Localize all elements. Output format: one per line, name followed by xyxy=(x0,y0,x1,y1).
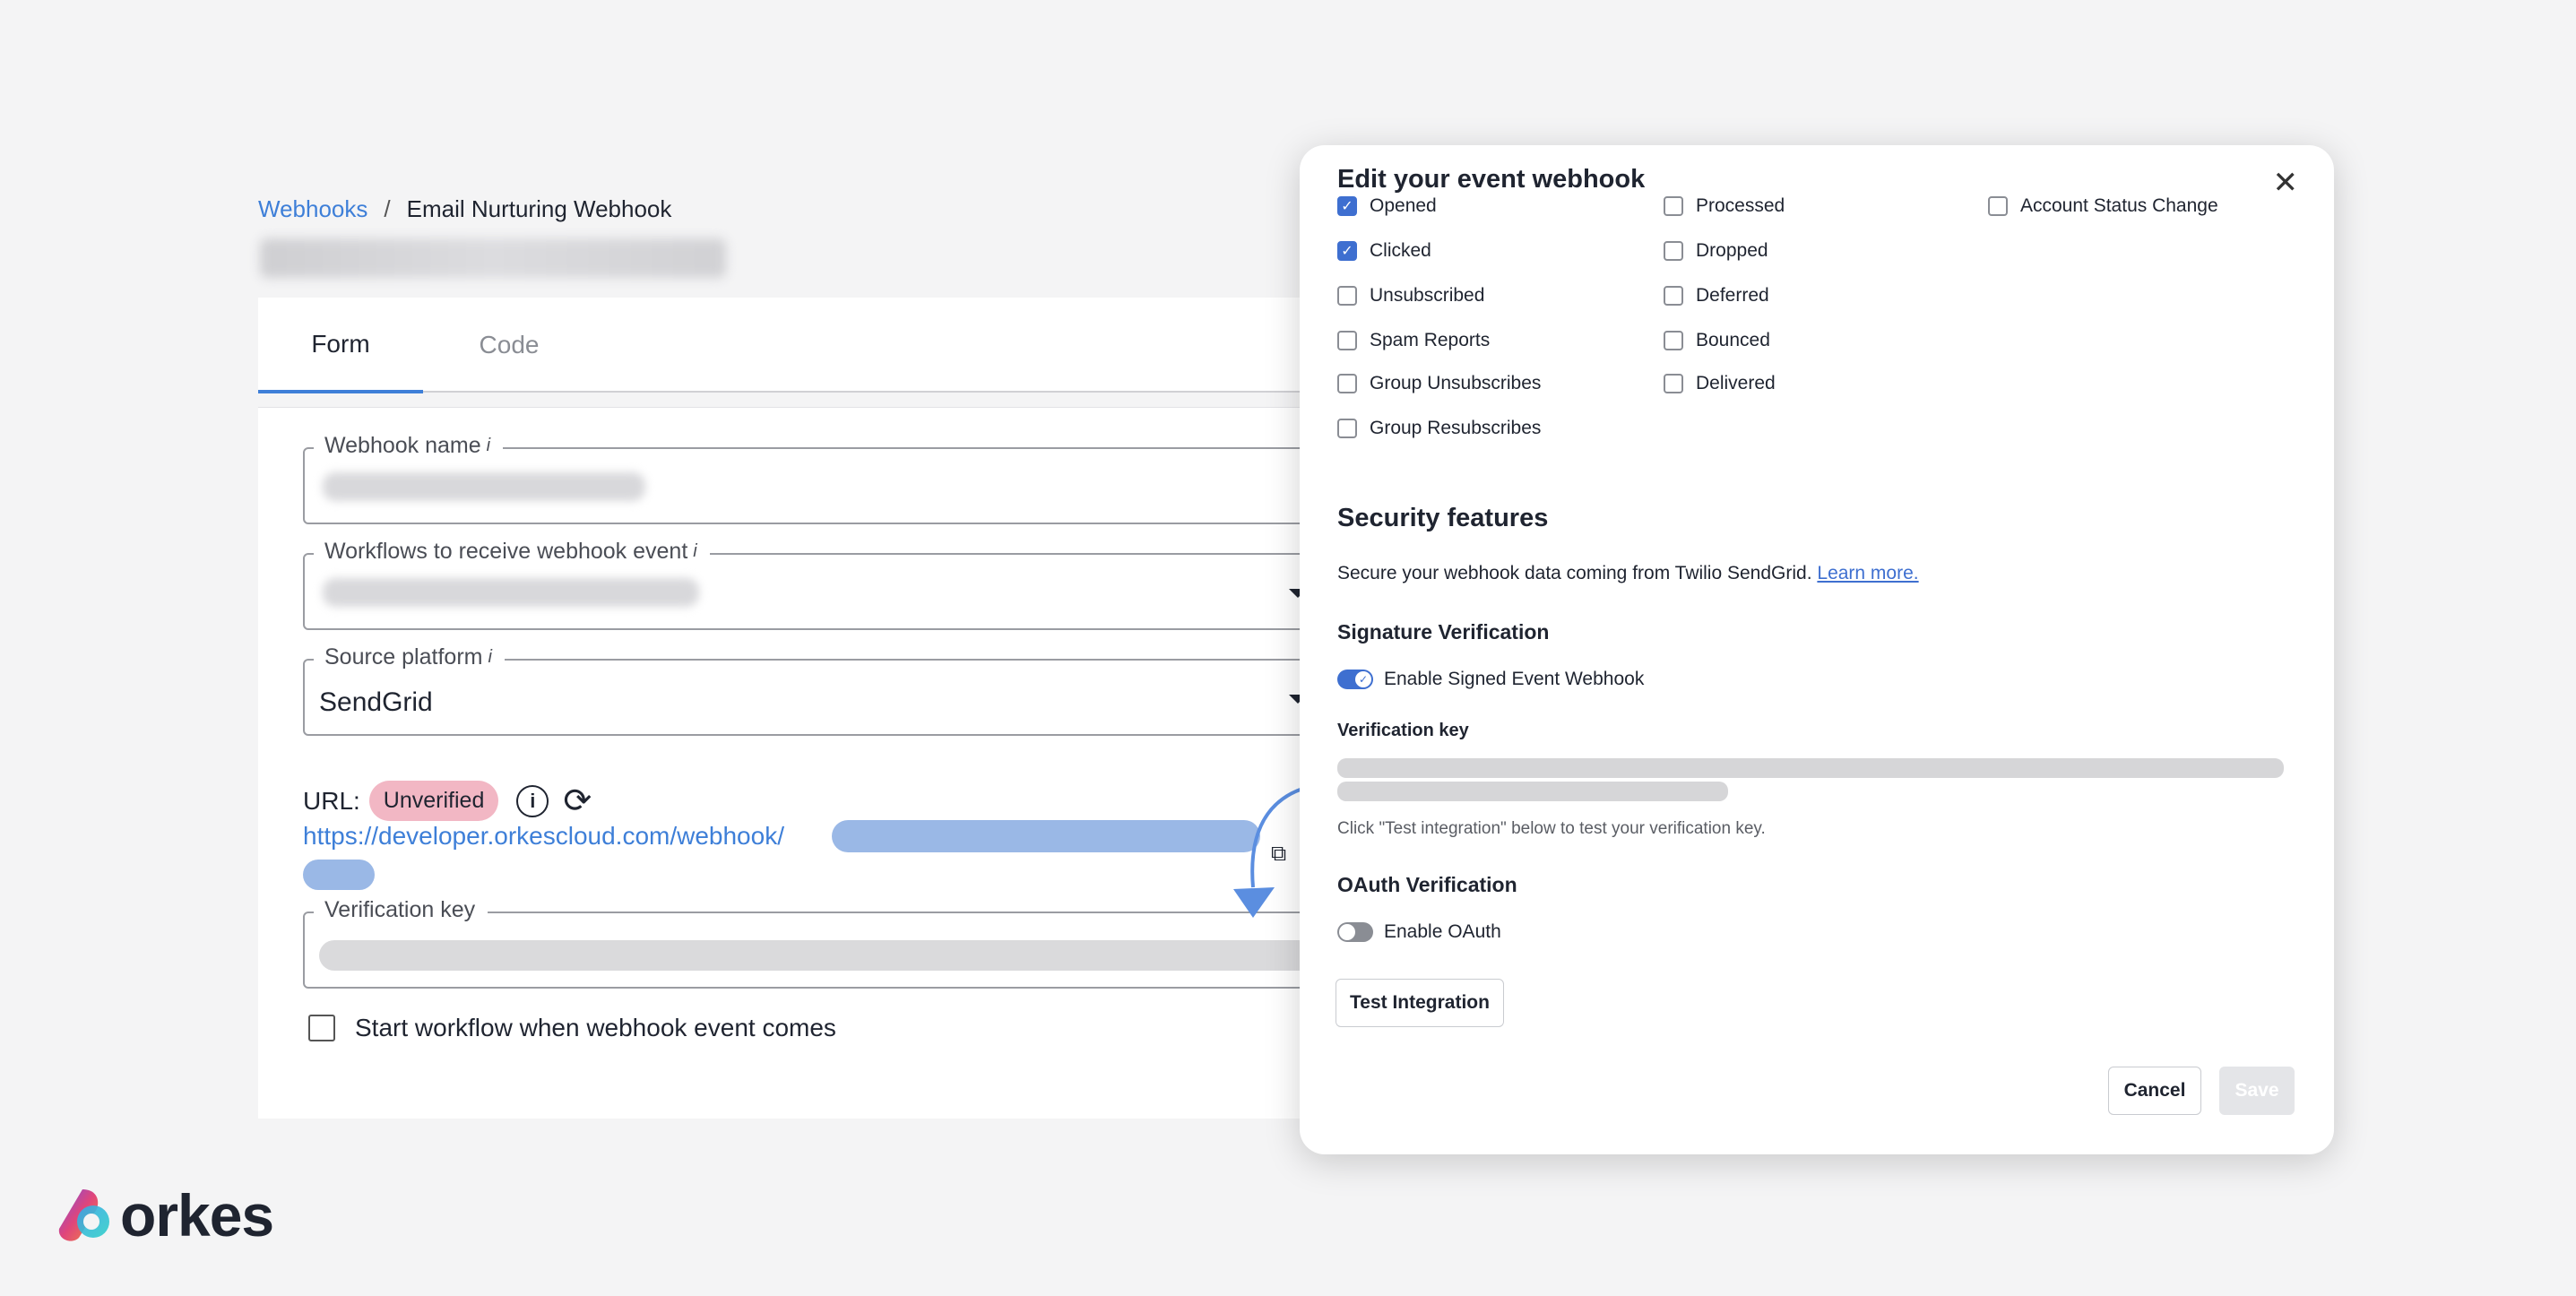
oauth-label: Enable OAuth xyxy=(1384,921,1501,942)
event-checkbox[interactable] xyxy=(1664,331,1683,350)
verification-key-label: Verification key xyxy=(314,897,488,923)
refresh-icon[interactable]: ⟳ xyxy=(563,781,592,821)
signed-webhook-label: Enable Signed Event Webhook xyxy=(1384,669,1645,689)
orkes-logo-text: orkes xyxy=(120,1182,274,1248)
oauth-toggle-row: Enable OAuth xyxy=(1337,921,1501,943)
event-checkbox[interactable] xyxy=(1664,241,1683,261)
webhook-name-label: Webhook name i xyxy=(314,433,504,459)
url-row: URL: Unverified i ⟳ xyxy=(303,781,592,821)
signed-webhook-toggle-row: ✓ Enable Signed Event Webhook xyxy=(1337,669,1644,690)
workflows-label: Workflows to receive webhook event i xyxy=(314,539,710,565)
webhook-editor-panel: Webhooks / Email Nurturing Webhook Form … xyxy=(235,186,1332,1119)
signed-webhook-toggle[interactable]: ✓ xyxy=(1337,670,1373,689)
event-delivered[interactable]: Delivered xyxy=(1664,373,1776,394)
event-checkbox[interactable]: ✓ xyxy=(1337,241,1357,261)
webhook-url-masked-continued xyxy=(303,860,375,890)
security-description: Secure your webhook data coming from Twi… xyxy=(1337,563,1919,583)
event-unsubscribed[interactable]: Unsubscribed xyxy=(1337,285,1484,307)
info-icon[interactable]: i xyxy=(516,784,549,817)
tab-bar: Form Code xyxy=(258,298,1310,393)
verification-key-label: Verification key xyxy=(1337,721,1469,740)
learn-more-link[interactable]: Learn more. xyxy=(1817,563,1918,583)
breadcrumb-webhooks-link[interactable]: Webhooks xyxy=(258,195,367,223)
info-icon: i xyxy=(693,541,697,561)
edit-webhook-modal: Edit your event webhook ✕ ✓ Opened Proces… xyxy=(1300,145,2334,1154)
event-group-resubscribes[interactable]: Group Resubscribes xyxy=(1337,418,1541,439)
event-checkbox[interactable] xyxy=(1988,196,2008,216)
verification-hint: Click "Test integration" below to test y… xyxy=(1337,819,1766,838)
tab-form[interactable]: Form xyxy=(258,298,423,393)
save-button[interactable]: Save xyxy=(2219,1067,2295,1115)
oauth-toggle[interactable] xyxy=(1337,922,1373,942)
modal-title: Edit your event webhook xyxy=(1337,165,1646,194)
breadcrumb: Webhooks / Email Nurturing Webhook xyxy=(258,195,671,223)
test-integration-button[interactable]: Test Integration xyxy=(1336,979,1504,1027)
breadcrumb-separator: / xyxy=(384,195,391,222)
webhook-name-field[interactable]: Webhook name i xyxy=(303,433,1332,524)
page-title-blurred xyxy=(260,238,726,278)
signature-verification-title: Signature Verification xyxy=(1337,620,1550,644)
verification-key-field[interactable]: Verification key xyxy=(303,897,1332,989)
event-dropped[interactable]: Dropped xyxy=(1664,240,1768,262)
tab-code[interactable]: Code xyxy=(437,298,581,393)
event-clicked[interactable]: ✓ Clicked xyxy=(1337,240,1431,262)
orkes-logo: orkes xyxy=(56,1181,274,1249)
source-platform-select[interactable]: Source platform i SendGrid xyxy=(303,644,1332,736)
close-icon[interactable]: ✕ xyxy=(2273,165,2299,201)
check-icon: ✓ xyxy=(1355,671,1371,687)
workflows-value-blurred xyxy=(323,578,699,607)
security-title: Security features xyxy=(1337,504,1549,532)
start-workflow-checkbox[interactable] xyxy=(308,1015,335,1041)
event-spam-reports[interactable]: Spam Reports xyxy=(1337,330,1490,351)
event-group-unsubscribes[interactable]: Group Unsubscribes xyxy=(1337,373,1541,394)
event-checkbox[interactable]: ✓ xyxy=(1337,196,1357,216)
event-processed[interactable]: Processed xyxy=(1664,195,1785,217)
url-label: URL: xyxy=(303,786,360,815)
event-checkbox[interactable] xyxy=(1337,331,1357,350)
start-workflow-option: Start workflow when webhook event comes xyxy=(308,1014,836,1042)
info-icon: i xyxy=(486,436,491,455)
start-workflow-label: Start workflow when webhook event comes xyxy=(355,1014,836,1041)
verification-key-value-masked xyxy=(319,940,1314,971)
webhook-url-link[interactable]: https://developer.orkescloud.com/webhook… xyxy=(303,822,784,851)
event-opened[interactable]: ✓ Opened xyxy=(1337,195,1437,217)
workflows-select[interactable]: Workflows to receive webhook event i xyxy=(303,539,1332,630)
info-icon: i xyxy=(488,647,492,667)
verification-key-masked[interactable] xyxy=(1337,758,2284,778)
form-card: Webhook name i Workflows to receive webh… xyxy=(258,407,1332,1119)
event-account-status-change[interactable]: Account Status Change xyxy=(1988,195,2218,217)
event-checkbox[interactable] xyxy=(1337,419,1357,438)
cancel-button[interactable]: Cancel xyxy=(2108,1067,2201,1115)
orkes-logo-icon xyxy=(58,1189,109,1241)
source-platform-value: SendGrid xyxy=(319,687,433,717)
event-checkbox[interactable] xyxy=(1337,286,1357,306)
source-platform-label: Source platform i xyxy=(314,644,505,670)
status-badge: Unverified xyxy=(368,781,499,821)
event-bounced[interactable]: Bounced xyxy=(1664,330,1770,351)
breadcrumb-current: Email Nurturing Webhook xyxy=(406,195,672,222)
event-checkbox[interactable] xyxy=(1664,374,1683,393)
oauth-verification-title: OAuth Verification xyxy=(1337,873,1517,896)
event-checkbox[interactable] xyxy=(1664,286,1683,306)
event-checkbox[interactable] xyxy=(1664,196,1683,216)
verification-key-masked-continued xyxy=(1337,782,1728,801)
event-deferred[interactable]: Deferred xyxy=(1664,285,1769,307)
webhook-url-masked xyxy=(832,820,1260,852)
event-checkbox[interactable] xyxy=(1337,374,1357,393)
webhook-name-value-blurred xyxy=(323,472,645,501)
